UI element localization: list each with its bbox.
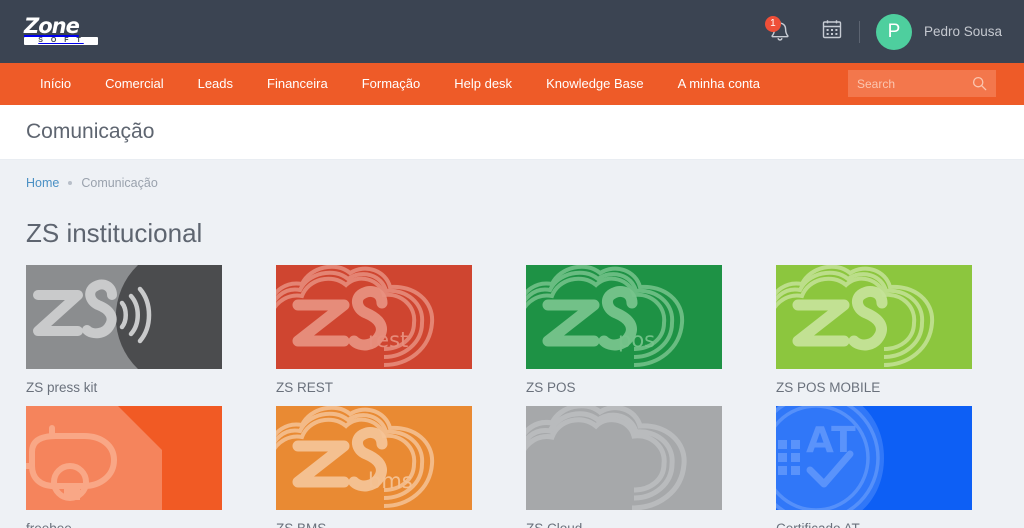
search-input[interactable] [857,76,969,91]
card-bms[interactable]: bms ZS BMS [276,406,472,528]
header-actions: 1 P Pedro Sousa [763,13,1002,50]
card-thumbnail-freebee[interactable] [26,406,222,510]
card-pos[interactable]: pos ZS POS [526,265,722,406]
card-thumbnail-cloud[interactable] [526,406,722,510]
breadcrumb-home[interactable]: Home [26,176,59,190]
svg-text:pos: pos [618,328,655,352]
card-label-freebee[interactable]: freebee [26,510,222,528]
header-divider [858,20,860,43]
card-thumbnail-pos-mobile[interactable] [776,265,972,369]
card-pos-mobile[interactable]: ZS POS MOBILE [776,265,972,406]
zonesoft-logo[interactable]: Zone S O F T [24,13,102,47]
card-label-pos-mobile[interactable]: ZS POS MOBILE [776,369,972,406]
nav-item-formacao[interactable]: Formação [345,63,438,105]
card-cloud[interactable]: ZS Cloud [526,406,722,528]
card-rest[interactable]: rest ZS REST [276,265,472,406]
breadcrumb-separator-icon [68,181,73,185]
breadcrumb-current: Comunicação [81,176,158,190]
calendar-button[interactable] [819,19,845,45]
page-title-band: Comunicação [0,105,1024,160]
avatar[interactable]: P [875,13,912,50]
logo-wordmark: Zone [24,13,80,38]
card-thumbnail-certificado-at[interactable]: AT [776,406,972,510]
card-label-cloud[interactable]: ZS Cloud [526,510,722,528]
card-press-kit[interactable]: ZS press kit [26,265,222,406]
nav-item-a-minha-conta[interactable]: A minha conta [661,63,777,105]
nav-item-help-desk[interactable]: Help desk [437,63,529,105]
nav-item-financeira[interactable]: Financeira [250,63,345,105]
top-header: Zone S O F T 1 P Pedro Sousa [0,0,1024,63]
calendar-icon [821,18,843,45]
search-icon[interactable] [972,76,987,91]
notification-badge: 1 [764,15,781,32]
svg-text:bms: bms [368,469,413,493]
nav-item-comercial[interactable]: Comercial [88,63,181,105]
notifications-button[interactable]: 1 [763,15,797,49]
search-box[interactable] [848,70,996,97]
section-title: ZS institucional [26,218,203,248]
card-label-pos[interactable]: ZS POS [526,369,722,406]
card-certificado-at[interactable]: AT Certificado AT [776,406,972,528]
card-freebee[interactable]: freebee [26,406,222,528]
card-thumbnail-bms[interactable]: bms [276,406,472,510]
breadcrumb: Home Comunicação [0,160,1024,206]
username-label[interactable]: Pedro Sousa [924,24,1002,39]
nav-item-leads[interactable]: Leads [181,63,250,105]
nav-item-knowledge-base[interactable]: Knowledge Base [529,63,661,105]
nav-item-inicio[interactable]: Início [28,63,88,105]
page-title: Comunicação [26,120,155,143]
logo-subtext: S O F T [24,36,98,45]
card-thumbnail-press-kit[interactable] [26,265,222,369]
main-content: ZS institucional ZS press kit rest ZS RE… [0,206,1024,528]
svg-text:rest: rest [368,328,408,352]
card-thumbnail-pos[interactable]: pos [526,265,722,369]
main-navigation: Início Comercial Leads Financeira Formaç… [0,63,1024,105]
card-label-certificado-at[interactable]: Certificado AT [776,510,972,528]
card-label-bms[interactable]: ZS BMS [276,510,472,528]
card-label-rest[interactable]: ZS REST [276,369,472,406]
card-grid: ZS press kit rest ZS REST pos ZS POS ZS … [26,265,998,528]
card-label-press-kit[interactable]: ZS press kit [26,369,222,406]
card-thumbnail-rest[interactable]: rest [276,265,472,369]
